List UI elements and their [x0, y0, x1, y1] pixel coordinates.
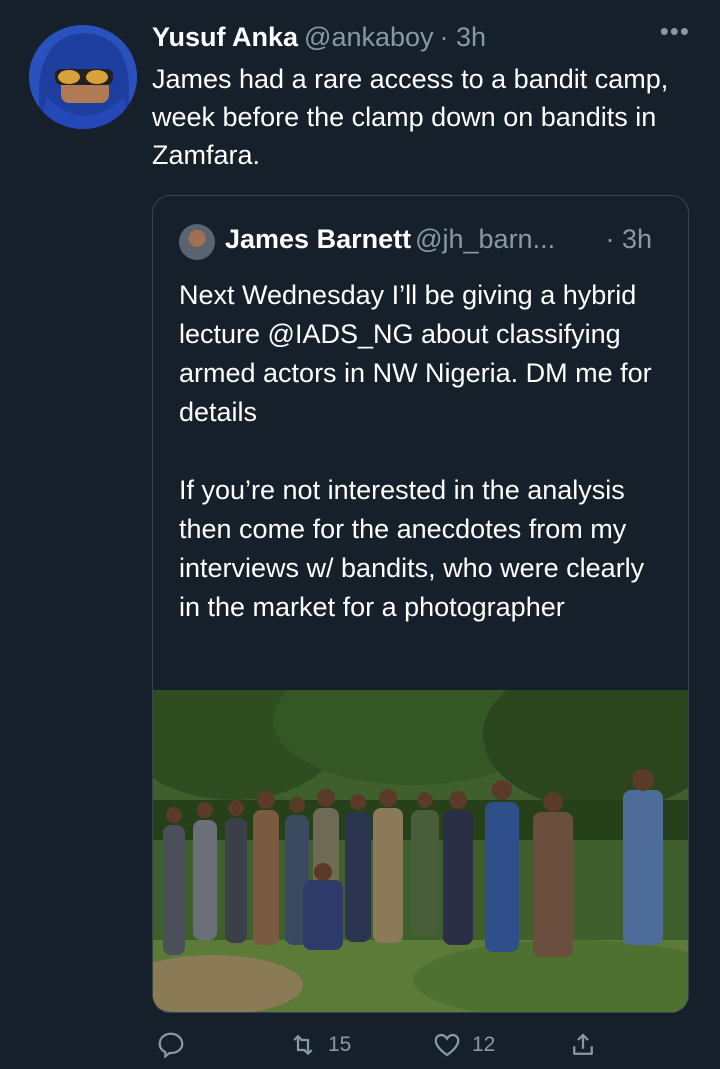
- heart-icon: [432, 1030, 462, 1060]
- more-options-icon[interactable]: •••: [660, 16, 690, 47]
- tweet-header: Yusuf Anka @ankaboy · 3h •••: [152, 16, 690, 58]
- quoted-author-avatar: [179, 224, 215, 260]
- author-name[interactable]: Yusuf Anka: [152, 22, 298, 52]
- quoted-author-handle: @jh_barn...: [415, 224, 556, 254]
- quoted-tweet-photo[interactable]: [153, 690, 688, 1012]
- retweet-icon: [288, 1030, 318, 1060]
- quoted-tweet-header: James Barnett @jh_barn... · 3h: [225, 224, 658, 255]
- quoted-author-name: James Barnett: [225, 224, 412, 254]
- like-button[interactable]: 12: [432, 1030, 495, 1060]
- retweet-button[interactable]: 15: [288, 1030, 351, 1060]
- tweet-time[interactable]: · 3h: [440, 22, 487, 52]
- author-avatar[interactable]: [29, 25, 137, 129]
- author-handle[interactable]: @ankaboy: [304, 22, 434, 52]
- retweet-count: 15: [328, 1033, 352, 1056]
- reply-icon: [156, 1030, 186, 1060]
- share-icon: [568, 1030, 598, 1060]
- tweet-text: James had a rare access to a bandit camp…: [152, 64, 669, 170]
- like-count: 12: [472, 1033, 496, 1056]
- share-button[interactable]: [568, 1030, 598, 1060]
- quoted-tweet-time: · 3h: [605, 224, 652, 254]
- reply-button[interactable]: [156, 1030, 186, 1060]
- quoted-tweet-text: Next Wednesday I’ll be giving a hybrid l…: [179, 280, 652, 622]
- tweet-actions: 15 12: [152, 1030, 602, 1064]
- quoted-tweet[interactable]: James Barnett @jh_barn... · 3h Next Wedne…: [152, 195, 689, 1013]
